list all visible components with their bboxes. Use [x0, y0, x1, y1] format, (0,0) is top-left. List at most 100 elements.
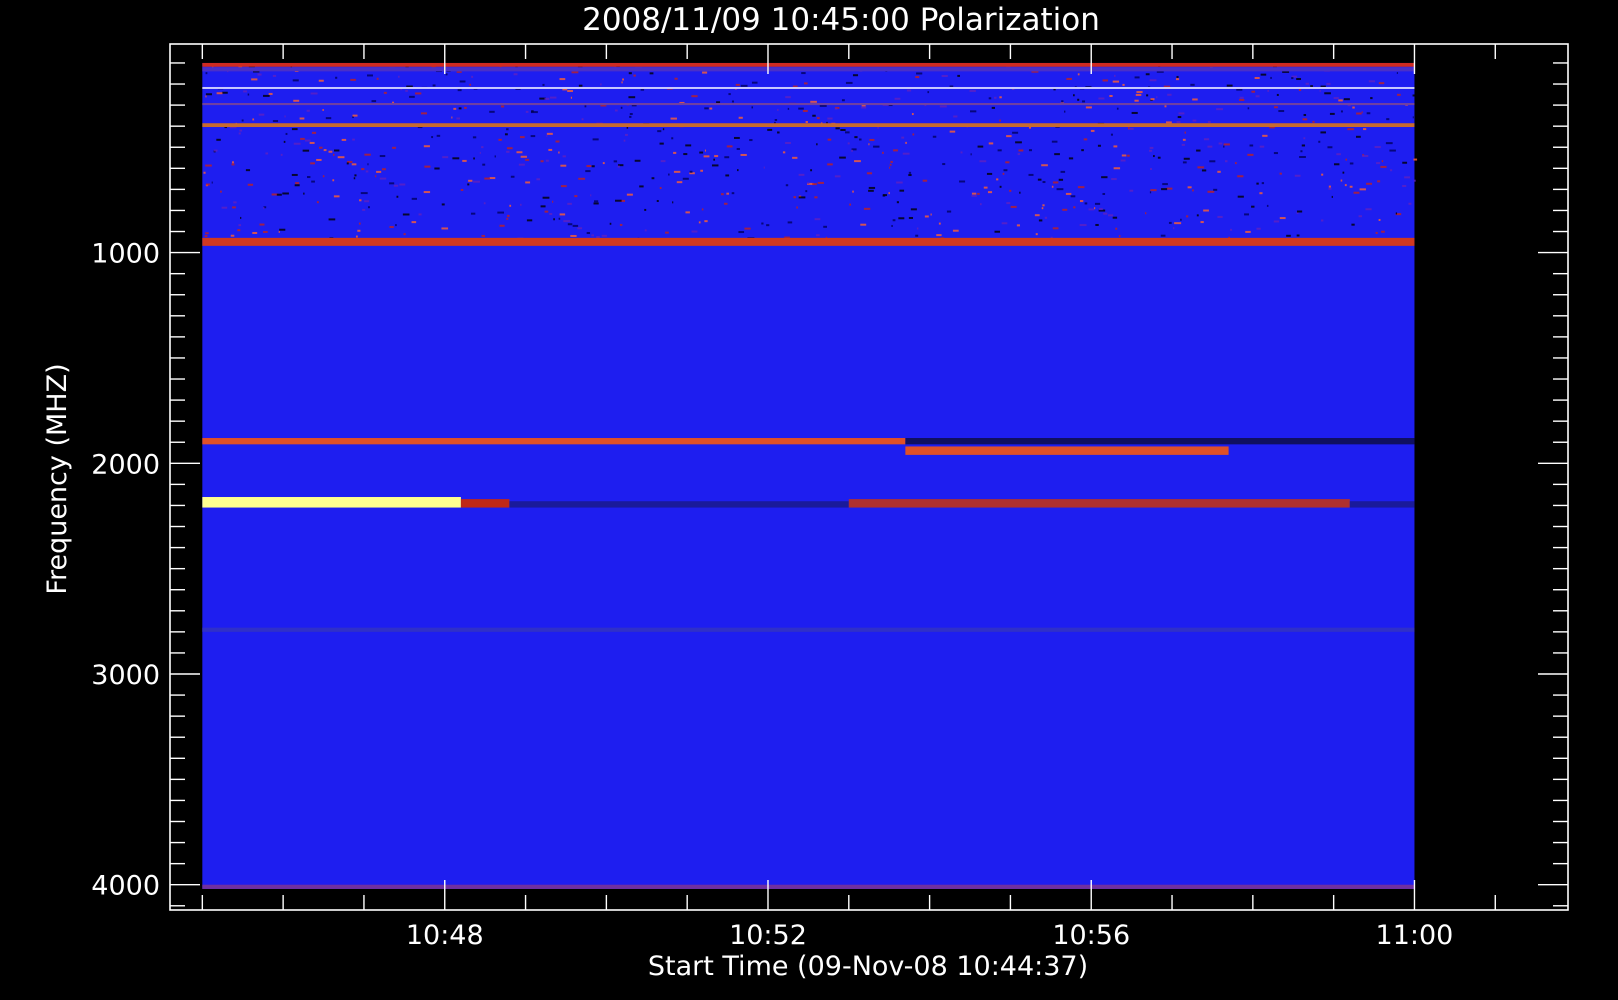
noise-speck [740, 153, 747, 156]
noise-speck [1273, 220, 1280, 223]
noise-speck [1349, 162, 1354, 165]
noise-speck [567, 90, 573, 93]
noise-speck [629, 115, 632, 118]
noise-speck [1197, 166, 1205, 169]
noise-speck [847, 142, 850, 145]
noise-speck [798, 107, 804, 110]
noise-speck [1207, 120, 1211, 123]
noise-speck [544, 97, 550, 100]
emission-band [202, 438, 906, 445]
noise-speck [591, 234, 595, 237]
noise-speck [592, 138, 599, 141]
noise-speck [1370, 97, 1373, 100]
noise-speck [957, 74, 960, 77]
noise-speck [802, 109, 808, 112]
plot-area [202, 62, 1418, 889]
noise-speck [548, 148, 553, 151]
noise-speck [671, 137, 674, 140]
noise-speck [471, 75, 474, 78]
noise-speck [804, 82, 808, 85]
noise-speck [530, 111, 538, 114]
noise-speck [1279, 217, 1286, 220]
noise-speck [1351, 223, 1355, 226]
noise-speck [823, 225, 827, 228]
noise-speck [469, 83, 472, 86]
noise-speck [1378, 82, 1385, 85]
noise-speck [1396, 71, 1398, 74]
noise-speck [467, 183, 470, 186]
noise-speck [519, 136, 525, 139]
noise-speck [1251, 90, 1256, 93]
noise-speck [1397, 93, 1401, 96]
noise-speck [282, 192, 289, 195]
noise-speck [483, 202, 486, 205]
noise-speck [894, 97, 901, 100]
noise-speck [1134, 76, 1140, 79]
noise-speck [361, 168, 365, 171]
noise-speck [1385, 142, 1393, 145]
noise-speck [1412, 94, 1418, 97]
noise-speck [1390, 169, 1393, 172]
noise-speck [626, 193, 633, 196]
noise-speck [704, 107, 709, 110]
noise-speck [1182, 161, 1187, 164]
noise-speck [1209, 160, 1216, 163]
noise-speck [355, 235, 358, 238]
noise-speck [596, 236, 600, 239]
noise-speck [1395, 212, 1398, 215]
noise-speck [685, 144, 692, 147]
noise-speck [902, 152, 910, 155]
noise-speck [291, 128, 298, 131]
noise-speck [1201, 169, 1207, 172]
noise-speck [367, 74, 373, 77]
noise-speck [1192, 98, 1198, 101]
noise-speck [310, 162, 316, 165]
noise-speck [205, 95, 207, 98]
noise-speck [971, 194, 977, 197]
noise-speck [1016, 224, 1021, 227]
noise-speck [221, 206, 228, 209]
noise-speck [691, 230, 698, 233]
noise-speck [276, 193, 282, 196]
noise-speck [431, 136, 434, 139]
noise-speck [498, 138, 502, 141]
noise-speck [744, 227, 751, 230]
noise-speck [1249, 144, 1254, 147]
noise-speck [265, 152, 269, 155]
noise-speck [898, 217, 905, 220]
noise-speck [751, 81, 758, 84]
noise-speck [293, 142, 301, 145]
noise-speck [601, 234, 607, 237]
noise-speck [774, 119, 778, 122]
noise-speck [698, 221, 701, 224]
noise-speck [682, 177, 689, 180]
noise-speck [1183, 157, 1190, 160]
noise-speck [457, 89, 462, 92]
noise-speck [460, 188, 464, 191]
noise-speck [1324, 92, 1331, 95]
noise-speck [482, 163, 486, 166]
noise-speck [546, 132, 553, 135]
noise-speck [333, 195, 340, 198]
noise-speck [262, 230, 268, 233]
noise-speck [205, 232, 209, 235]
noise-speck [854, 136, 858, 139]
noise-speck [960, 151, 963, 154]
noise-speck [1234, 162, 1237, 165]
noise-speck [216, 138, 221, 141]
noise-speck [1058, 178, 1064, 181]
noise-speck [559, 213, 566, 216]
noise-speck [977, 192, 980, 195]
noise-speck [852, 74, 859, 77]
noise-speck [1320, 131, 1326, 134]
noise-speck [1136, 91, 1143, 94]
noise-speck [1217, 170, 1221, 173]
noise-speck [1128, 127, 1130, 130]
noise-speck [279, 228, 286, 231]
noise-speck [367, 206, 370, 209]
noise-speck [1368, 80, 1376, 83]
noise-speck [1052, 181, 1059, 184]
noise-speck [1108, 214, 1114, 217]
noise-speck [983, 186, 988, 189]
noise-speck [1066, 77, 1072, 80]
